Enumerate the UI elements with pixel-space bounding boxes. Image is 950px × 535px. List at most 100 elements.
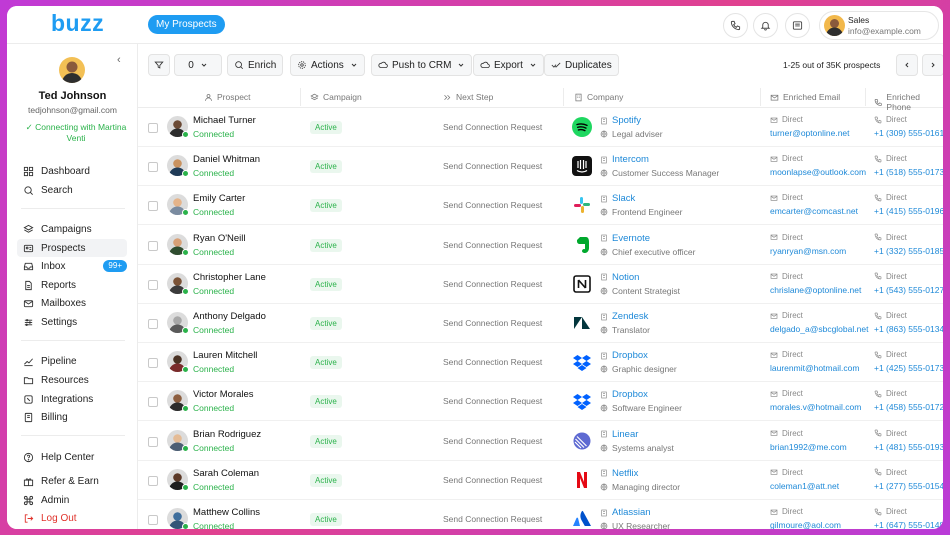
- email-link[interactable]: brian1992@me.com: [770, 442, 847, 452]
- push-to-crm-button[interactable]: Push to CRM: [371, 54, 473, 76]
- campaign-status-badge[interactable]: Active: [310, 238, 342, 252]
- row-checkbox[interactable]: [148, 123, 158, 133]
- sidebar-item-integrations[interactable]: Integrations: [17, 390, 127, 408]
- email-link[interactable]: moonlapse@outlook.com: [770, 167, 866, 177]
- sidebar-item-settings[interactable]: Settings: [17, 313, 127, 331]
- column-separator[interactable]: [563, 88, 564, 106]
- column-separator[interactable]: [865, 88, 866, 106]
- table-row[interactable]: Victor Morales Connected Active Send Connec…: [138, 382, 943, 422]
- phone-link[interactable]: +1 (481) 555-0193: [874, 442, 943, 452]
- email-link[interactable]: chrislane@optonline.net: [770, 285, 861, 295]
- row-checkbox[interactable]: [148, 279, 158, 290]
- user-menu[interactable]: Sales info@example.com: [819, 11, 939, 40]
- prospect-name[interactable]: Ryan O'Neill: [193, 233, 246, 244]
- prospect-name[interactable]: Christopher Lane: [193, 272, 266, 283]
- company-link[interactable]: Notion: [600, 272, 639, 283]
- company-link[interactable]: Evernote: [600, 233, 650, 244]
- email-link[interactable]: coleman1@att.net: [770, 481, 839, 491]
- sidebar-item-prospects[interactable]: Prospects: [17, 239, 127, 257]
- sidebar-item-resources[interactable]: Resources: [17, 371, 127, 389]
- table-row[interactable]: Ryan O'Neill Connected Active Send Connecti…: [138, 226, 943, 265]
- row-checkbox[interactable]: [148, 358, 158, 369]
- phone-link[interactable]: +1 (277) 555-0154: [874, 481, 943, 491]
- actions-button[interactable]: Actions: [290, 54, 365, 76]
- campaign-status-badge[interactable]: Active: [310, 395, 342, 409]
- duplicates-button[interactable]: Duplicates: [544, 54, 619, 76]
- row-checkbox[interactable]: [148, 397, 158, 408]
- campaign-status-badge[interactable]: Active: [310, 277, 342, 291]
- table-row[interactable]: Christopher Lane Connected Active Send Conn…: [138, 265, 943, 304]
- prospect-name[interactable]: Sarah Coleman: [193, 468, 259, 479]
- sidebar-item-pipeline[interactable]: Pipeline: [17, 352, 127, 370]
- company-link[interactable]: Intercom: [600, 154, 649, 165]
- sidebar-item-inbox[interactable]: Inbox 99+: [17, 257, 127, 275]
- phone-link[interactable]: +1 (425) 555-0173: [874, 363, 943, 373]
- sidebar-item-admin[interactable]: Admin: [17, 491, 127, 509]
- sidebar-item-refer-earn[interactable]: Refer & Earn: [17, 472, 127, 490]
- campaign-status-badge[interactable]: Active: [310, 473, 342, 487]
- prospect-name[interactable]: Emily Carter: [193, 193, 245, 204]
- email-link[interactable]: gilmoure@aol.com: [770, 520, 841, 529]
- export-button[interactable]: Export: [473, 54, 544, 76]
- company-link[interactable]: Linear: [600, 429, 638, 440]
- campaign-status-badge[interactable]: Active: [310, 199, 342, 213]
- company-link[interactable]: Dropbox: [600, 350, 648, 361]
- table-row[interactable]: Daniel Whitman Connected Active Send Connec…: [138, 147, 943, 187]
- phone-link[interactable]: +1 (863) 555-0134: [874, 324, 943, 334]
- prospect-name[interactable]: Brian Rodriguez: [193, 429, 261, 440]
- table-row[interactable]: Anthony Delgado Connected Active Send Conne…: [138, 304, 943, 343]
- campaign-status-badge[interactable]: Active: [310, 160, 342, 174]
- column-next-step[interactable]: Next Step: [443, 92, 493, 102]
- email-link[interactable]: laurenmit@hotmail.com: [770, 363, 859, 373]
- prospect-name[interactable]: Daniel Whitman: [193, 154, 260, 165]
- phone-link[interactable]: +1 (332) 555-0185: [874, 246, 943, 256]
- enrich-button[interactable]: Enrich: [227, 54, 284, 76]
- filter-button[interactable]: [148, 54, 170, 76]
- campaign-status-badge[interactable]: Active: [310, 356, 342, 370]
- column-company[interactable]: Company: [574, 92, 623, 102]
- sidebar-item-campaigns[interactable]: Campaigns: [17, 220, 127, 238]
- prospect-name[interactable]: Victor Morales: [193, 389, 254, 400]
- phone-link[interactable]: +1 (647) 555-0148: [874, 520, 943, 529]
- news-icon[interactable]: [785, 13, 810, 38]
- row-checkbox[interactable]: [148, 201, 158, 212]
- email-link[interactable]: ryanryan@msn.com: [770, 246, 846, 256]
- sidebar-item-billing[interactable]: Billing: [17, 408, 127, 426]
- row-checkbox[interactable]: [148, 240, 158, 251]
- prospect-name[interactable]: Anthony Delgado: [193, 311, 266, 322]
- sidebar-item-mailboxes[interactable]: Mailboxes: [17, 294, 127, 312]
- row-checkbox[interactable]: [148, 515, 158, 525]
- prev-page-button[interactable]: [896, 54, 918, 76]
- sidebar-item-reports[interactable]: Reports: [17, 276, 127, 294]
- phone-link[interactable]: +1 (415) 555-0196: [874, 206, 943, 216]
- tab-my-prospects[interactable]: My Prospects: [148, 15, 225, 34]
- company-link[interactable]: Slack: [600, 193, 635, 204]
- table-row[interactable]: Lauren Mitchell Connected Active Send Conne…: [138, 343, 943, 383]
- column-separator[interactable]: [760, 88, 761, 106]
- email-link[interactable]: turner@optonline.net: [770, 128, 850, 138]
- phone-link[interactable]: +1 (543) 555-0127: [874, 285, 943, 295]
- campaign-status-badge[interactable]: Active: [310, 513, 342, 526]
- campaign-status-badge[interactable]: Active: [310, 121, 342, 134]
- table-row[interactable]: Michael Turner Connected Active Send Connec…: [138, 108, 943, 147]
- table-row[interactable]: Sarah Coleman Connected Active Send Connect…: [138, 461, 943, 500]
- collapse-chevron-icon[interactable]: ‹: [117, 54, 121, 66]
- row-checkbox[interactable]: [148, 436, 158, 447]
- campaign-status-badge[interactable]: Active: [310, 434, 342, 448]
- row-checkbox[interactable]: [148, 162, 158, 173]
- campaign-status-badge[interactable]: Active: [310, 317, 342, 330]
- email-link[interactable]: emcarter@comcast.net: [770, 206, 858, 216]
- company-link[interactable]: Dropbox: [600, 389, 648, 400]
- row-checkbox[interactable]: [148, 475, 158, 486]
- table-row[interactable]: Emily Carter Connected Active Send Connecti…: [138, 186, 943, 226]
- company-link[interactable]: Netflix: [600, 468, 638, 479]
- company-link[interactable]: Atlassian: [600, 507, 651, 518]
- column-campaign[interactable]: Campaign: [310, 92, 362, 102]
- prospect-name[interactable]: Michael Turner: [193, 115, 256, 126]
- column-separator[interactable]: [300, 88, 301, 106]
- next-page-button[interactable]: [922, 54, 943, 76]
- table-row[interactable]: Matthew Collins Connected Active Send Conne…: [138, 500, 943, 529]
- phone-link[interactable]: +1 (309) 555-0161: [874, 128, 943, 138]
- email-link[interactable]: morales.v@hotmail.com: [770, 402, 861, 412]
- column-enriched-email[interactable]: Enriched Email: [770, 92, 840, 102]
